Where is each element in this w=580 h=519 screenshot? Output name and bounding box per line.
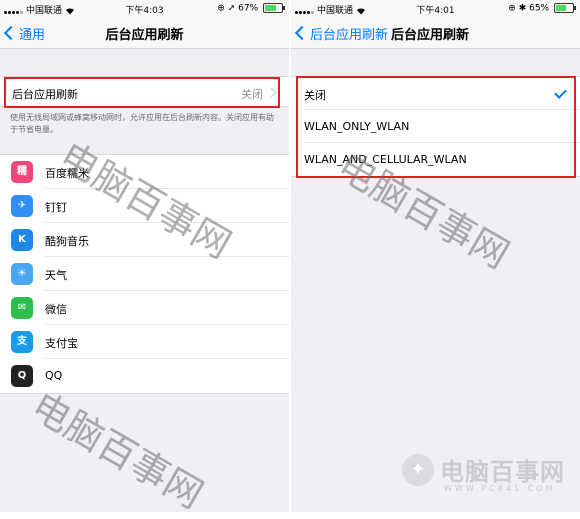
battery-icon [263, 3, 285, 13]
back-button[interactable]: 后台应用刷新 [294, 24, 389, 43]
chevron-right-icon [266, 87, 277, 98]
chevron-left-icon [294, 25, 310, 41]
option-label: WLAN_AND_CELLULAR_WLAN [304, 153, 467, 166]
alipay-icon: 支 [11, 331, 33, 353]
orientation-lock-icon: ⊕ [508, 3, 516, 14]
section-footer-note: 使用无线局域网或蜂窝移动网时，允许应用在后台刷新内容。关闭应用有助于节省电量。 [10, 113, 274, 134]
back-label: 通用 [19, 28, 46, 43]
app-row[interactable]: 支支付宝 [0, 325, 289, 359]
chevron-left-icon [3, 25, 19, 41]
app-row[interactable]: ✉ 微信 [0, 291, 289, 325]
kugou-music-icon: K [11, 229, 33, 251]
option-row[interactable]: WLAN_ONLY_WLAN [291, 110, 580, 143]
location-icon: ➚ [227, 3, 236, 14]
refresh-options-list: 关闭 WLAN_ONLY_WLAN WLAN_AND_CELLULAR_WLAN [291, 76, 580, 177]
wechat-icon: ✉ [11, 297, 33, 319]
app-name: 微信 [45, 303, 67, 316]
option-label: 关闭 [304, 89, 326, 102]
background-app-refresh-row[interactable]: 后台应用刷新 关闭 [0, 76, 289, 107]
left-screen: 中国联通 下午4:03 ⊕ ➚ 67% 通用 后台应用刷新 后台应用刷新 关闭 … [0, 0, 289, 512]
orientation-lock-icon: ⊕ [217, 3, 225, 14]
battery-percent: 65% [529, 3, 550, 14]
right-screen: 中国联通 下午4:01 ⊕ ✱ 65% 后台应用刷新 后台应用刷新 关闭 WLAN… [291, 0, 580, 512]
battery-percent: 67% [238, 3, 259, 14]
back-button[interactable]: 通用 [3, 24, 46, 43]
qq-icon: Q [11, 365, 33, 387]
checkmark-icon [554, 86, 567, 99]
app-row[interactable]: 糯百度糯米 [0, 155, 289, 189]
navigation-bar: 后台应用刷新 后台应用刷新 [291, 18, 580, 49]
setting-label: 后台应用刷新 [12, 88, 78, 101]
app-name: QQ [45, 369, 63, 382]
page-title: 后台应用刷新 [391, 28, 470, 43]
weather-icon: ☀ [11, 263, 33, 285]
app-list: 糯百度糯米 ✈ 钉钉 K 酷狗音乐 ☀ 天气 ✉ 微信支支付宝 Q QQ [0, 154, 289, 394]
app-name: 支付宝 [45, 337, 78, 350]
status-bar: 中国联通 下午4:03 ⊕ ➚ 67% [0, 0, 289, 18]
back-label: 后台应用刷新 [310, 28, 389, 43]
bluetooth-icon: ✱ [518, 3, 527, 14]
battery-icon [554, 3, 576, 13]
app-row[interactable]: ☀ 天气 [0, 257, 289, 291]
option-row[interactable]: 关闭 [291, 77, 580, 110]
app-row[interactable]: Q QQ [0, 359, 289, 393]
option-row[interactable]: WLAN_AND_CELLULAR_WLAN [291, 143, 580, 176]
status-right: ⊕ ✱ 65% [508, 3, 576, 14]
app-name: 天气 [45, 269, 67, 282]
status-right: ⊕ ➚ 67% [217, 3, 285, 14]
option-label: WLAN_ONLY_WLAN [304, 120, 410, 133]
navigation-bar: 通用 后台应用刷新 [0, 18, 289, 49]
app-name: 钉钉 [45, 201, 67, 214]
baidu-nuomi-icon: 糯 [11, 161, 33, 183]
status-bar: 中国联通 下午4:01 ⊕ ✱ 65% [291, 0, 580, 18]
app-row[interactable]: ✈ 钉钉 [0, 189, 289, 223]
app-name: 酷狗音乐 [45, 235, 89, 248]
setting-value: 关闭 [241, 88, 263, 101]
app-row[interactable]: K 酷狗音乐 [0, 223, 289, 257]
dingtalk-icon: ✈ [11, 195, 33, 217]
app-name: 百度糯米 [45, 167, 89, 180]
